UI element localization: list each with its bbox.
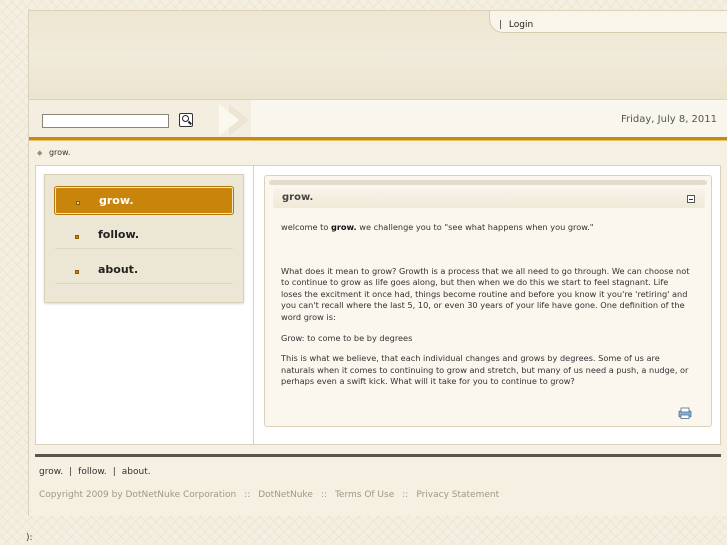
paragraph-3: This is what we believe, that each indiv… bbox=[281, 353, 689, 387]
dotnetnuke-link[interactable]: DotNetNuke bbox=[258, 490, 313, 500]
left-column: grow. follow. about. bbox=[36, 166, 254, 444]
nav-menu: grow. follow. about. bbox=[44, 174, 244, 303]
login-link[interactable]: Login bbox=[509, 20, 533, 30]
module-title: grow. bbox=[282, 192, 314, 203]
menu-item-label: grow. bbox=[99, 194, 134, 207]
menu-item-about[interactable]: about. bbox=[55, 257, 233, 284]
header: | Login bbox=[29, 11, 727, 99]
content-area: grow. follow. about. grow. welcome to gr… bbox=[35, 165, 721, 445]
search-icon-handle bbox=[188, 120, 192, 125]
bullet-icon bbox=[76, 201, 80, 205]
login-separator: | bbox=[499, 20, 503, 30]
footer-link-follow[interactable]: follow. bbox=[78, 467, 107, 477]
menu-item-follow[interactable]: follow. bbox=[55, 222, 233, 249]
footer-divider bbox=[35, 454, 721, 457]
paragraph-1: What does it mean to grow? Growth is a p… bbox=[281, 265, 690, 322]
stray-text: ): bbox=[26, 533, 33, 543]
module-header: grow. bbox=[273, 188, 705, 208]
welcome-brand: grow. bbox=[330, 222, 357, 232]
link-separator: :: bbox=[402, 490, 409, 500]
minimize-icon[interactable] bbox=[687, 195, 695, 203]
chevron-decoration-inner bbox=[219, 104, 239, 136]
privacy-link[interactable]: Privacy Statement bbox=[416, 490, 499, 500]
login-area: | Login bbox=[499, 20, 533, 30]
breadcrumb-link[interactable]: grow. bbox=[49, 148, 70, 157]
search-button[interactable] bbox=[179, 113, 193, 127]
copyright-bar: Copyright 2009 by DotNetNuke Corporation… bbox=[39, 490, 499, 500]
welcome-text: welcome to grow. we challenge you to "se… bbox=[281, 222, 594, 232]
menu-item-label: follow. bbox=[98, 228, 140, 241]
footer-nav-separator: | bbox=[69, 467, 73, 477]
bullet-icon bbox=[75, 235, 79, 239]
menu-item-grow[interactable]: grow. bbox=[55, 187, 233, 214]
footer-nav-separator: | bbox=[112, 467, 116, 477]
module-body: welcome to grow. we challenge you to "se… bbox=[281, 222, 691, 397]
module-top-bar bbox=[269, 180, 707, 185]
breadcrumb: ◆ grow. bbox=[37, 148, 70, 157]
footer-nav: grow. | follow. | about. bbox=[39, 467, 151, 477]
content-module: grow. welcome to grow. we challenge you … bbox=[264, 175, 712, 427]
page-container: | Login Friday, July 8, 2011 ◆ grow. gro… bbox=[28, 10, 727, 516]
menu-item-label: about. bbox=[98, 263, 139, 276]
paragraph-2: Grow: to come to be by degrees bbox=[281, 332, 413, 343]
search-bar: Friday, July 8, 2011 bbox=[29, 99, 727, 138]
footer-link-grow[interactable]: grow. bbox=[39, 467, 63, 477]
copyright-text: Copyright 2009 by DotNetNuke Corporation bbox=[39, 490, 237, 500]
print-icon[interactable] bbox=[677, 407, 693, 419]
bullet-icon bbox=[75, 270, 79, 274]
link-separator: :: bbox=[244, 490, 251, 500]
search-input[interactable] bbox=[42, 114, 169, 128]
link-separator: :: bbox=[320, 490, 327, 500]
terms-link[interactable]: Terms Of Use bbox=[335, 490, 394, 500]
footer-link-about[interactable]: about. bbox=[122, 467, 151, 477]
diamond-icon: ◆ bbox=[37, 149, 43, 157]
current-date: Friday, July 8, 2011 bbox=[621, 114, 717, 125]
accent-divider bbox=[29, 137, 727, 141]
